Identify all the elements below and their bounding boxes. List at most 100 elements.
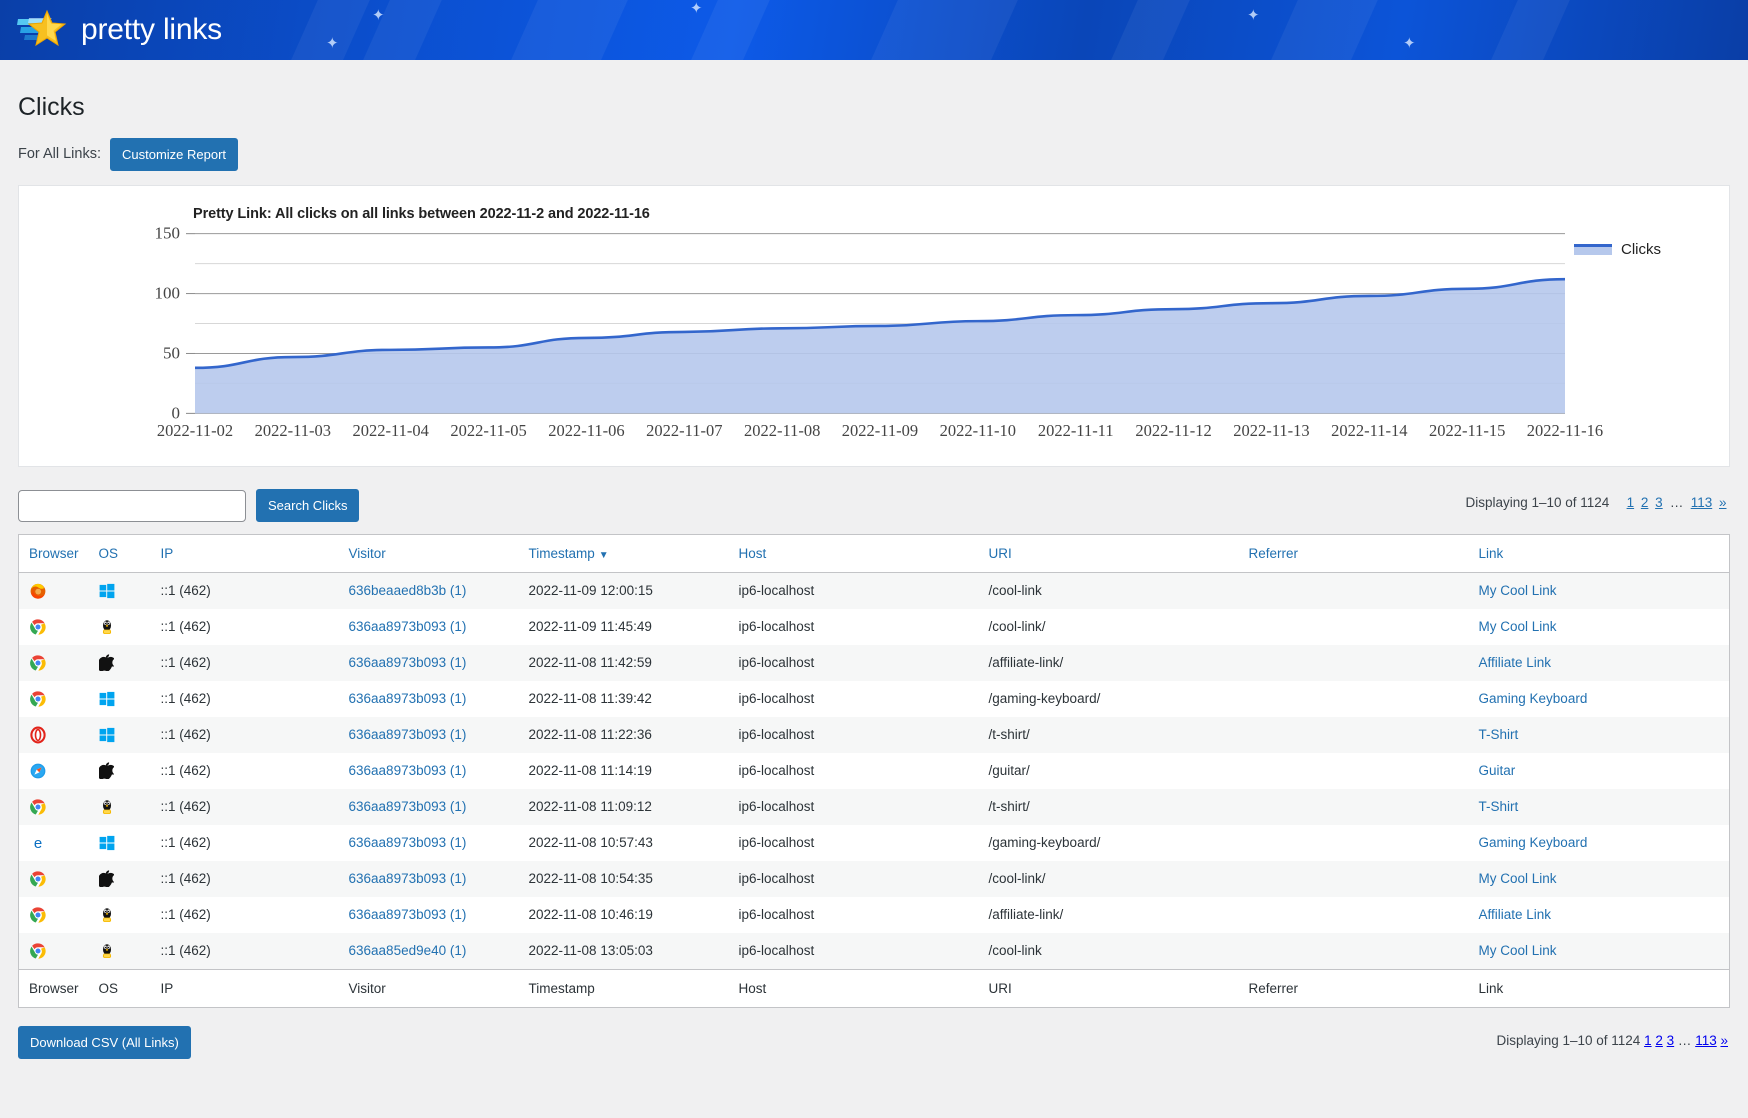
cell-ip: ::1 (462)	[151, 609, 339, 645]
cell-visitor[interactable]: 636aa8973b093 (1)	[339, 681, 519, 717]
page-link-3-bottom[interactable]: 3	[1667, 1033, 1675, 1048]
cell-ip: ::1 (462)	[151, 789, 339, 825]
brand-header: ✦ ✦ ✦ ✦ ✦ pretty links	[0, 0, 1748, 60]
cell-link[interactable]: My Cool Link	[1469, 609, 1729, 645]
cell-visitor[interactable]: 636aa85ed9e40 (1)	[339, 933, 519, 970]
visitor-link[interactable]: 636aa8973b093 (1)	[349, 763, 467, 778]
column-header-link[interactable]: Link	[1469, 535, 1729, 573]
svg-text:2022-11-03: 2022-11-03	[255, 421, 331, 440]
page-link-next[interactable]: »	[1719, 495, 1727, 510]
column-header-browser-label: Browser	[29, 546, 79, 561]
cell-link[interactable]: Guitar	[1469, 753, 1729, 789]
cell-visitor[interactable]: 636aa8973b093 (1)	[339, 897, 519, 933]
apple-icon	[99, 870, 114, 887]
displaying-count-bottom: Displaying 1–10 of 1124	[1496, 1033, 1640, 1048]
pretty-link-link[interactable]: Affiliate Link	[1479, 907, 1552, 922]
table-row: ::1 (462)636aa8973b093 (1)2022-11-09 11:…	[19, 609, 1729, 645]
cell-uri: /gaming-keyboard/	[979, 825, 1239, 861]
svg-text:2022-11-02: 2022-11-02	[157, 421, 233, 440]
visitor-link[interactable]: 636aa8973b093 (1)	[349, 691, 467, 706]
cell-visitor[interactable]: 636aa8973b093 (1)	[339, 645, 519, 681]
page-link-2[interactable]: 2	[1641, 495, 1649, 510]
visitor-link[interactable]: 636aa8973b093 (1)	[349, 799, 467, 814]
column-header-host[interactable]: Host	[729, 535, 979, 573]
cell-host: ip6-localhost	[729, 681, 979, 717]
table-head: Browser OS IP Visitor Timestamp▼ Host UR…	[19, 535, 1729, 573]
pretty-link-link[interactable]: My Cool Link	[1479, 871, 1557, 886]
column-header-browser[interactable]: Browser	[19, 535, 89, 573]
cell-timestamp: 2022-11-08 11:09:12	[519, 789, 729, 825]
page-link-2-bottom[interactable]: 2	[1655, 1033, 1663, 1048]
visitor-link[interactable]: 636aa85ed9e40 (1)	[349, 943, 467, 958]
cell-link[interactable]: T-Shirt	[1469, 789, 1729, 825]
visitor-link[interactable]: 636aa8973b093 (1)	[349, 871, 467, 886]
page-link-1-bottom[interactable]: 1	[1644, 1033, 1652, 1048]
visitor-link[interactable]: 636aa8973b093 (1)	[349, 835, 467, 850]
pretty-link-link[interactable]: Guitar	[1479, 763, 1516, 778]
cell-ip: ::1 (462)	[151, 897, 339, 933]
cell-visitor[interactable]: 636aa8973b093 (1)	[339, 717, 519, 753]
cell-os	[89, 753, 151, 789]
cell-visitor[interactable]: 636aa8973b093 (1)	[339, 789, 519, 825]
cell-link[interactable]: My Cool Link	[1469, 933, 1729, 970]
customize-report-button[interactable]: Customize Report	[110, 138, 238, 171]
column-header-uri-label: URI	[989, 546, 1012, 561]
column-header-timestamp[interactable]: Timestamp▼	[519, 535, 729, 573]
visitor-link[interactable]: 636beaaed8b3b (1)	[349, 583, 467, 598]
column-header-uri[interactable]: URI	[979, 535, 1239, 573]
column-header-visitor[interactable]: Visitor	[339, 535, 519, 573]
page-link-1[interactable]: 1	[1627, 495, 1635, 510]
column-header-referrer[interactable]: Referrer	[1239, 535, 1469, 573]
cell-visitor[interactable]: 636aa8973b093 (1)	[339, 825, 519, 861]
cell-link[interactable]: Affiliate Link	[1469, 897, 1729, 933]
pretty-link-link[interactable]: My Cool Link	[1479, 619, 1557, 634]
cell-link[interactable]: My Cool Link	[1469, 861, 1729, 897]
cell-timestamp: 2022-11-08 10:54:35	[519, 861, 729, 897]
column-header-os[interactable]: OS	[89, 535, 151, 573]
cell-link[interactable]: T-Shirt	[1469, 717, 1729, 753]
column-header-ip[interactable]: IP	[151, 535, 339, 573]
cell-uri: /cool-link/	[979, 609, 1239, 645]
sparkle-icon: ✦	[326, 36, 339, 51]
pretty-link-link[interactable]: T-Shirt	[1479, 727, 1519, 742]
cell-browser	[19, 789, 89, 825]
visitor-link[interactable]: 636aa8973b093 (1)	[349, 727, 467, 742]
pretty-link-link[interactable]: Affiliate Link	[1479, 655, 1552, 670]
cell-link[interactable]: Affiliate Link	[1469, 645, 1729, 681]
page-link-last[interactable]: 113	[1691, 495, 1713, 510]
download-csv-button[interactable]: Download CSV (All Links)	[18, 1026, 191, 1059]
search-clicks-button[interactable]: Search Clicks	[256, 489, 359, 522]
footer-header-browser: Browser	[19, 969, 89, 1007]
cell-link[interactable]: My Cool Link	[1469, 572, 1729, 609]
pretty-link-link[interactable]: Gaming Keyboard	[1479, 691, 1588, 706]
cell-link[interactable]: Gaming Keyboard	[1469, 825, 1729, 861]
cell-visitor[interactable]: 636beaaed8b3b (1)	[339, 572, 519, 609]
cell-uri: /affiliate-link/	[979, 897, 1239, 933]
page-link-next-bottom[interactable]: »	[1720, 1033, 1728, 1048]
cell-referrer	[1239, 897, 1469, 933]
pretty-link-link[interactable]: My Cool Link	[1479, 943, 1557, 958]
cell-visitor[interactable]: 636aa8973b093 (1)	[339, 753, 519, 789]
apple-icon	[99, 762, 114, 779]
for-all-links-label: For All Links:	[18, 146, 101, 162]
safari-icon	[29, 762, 47, 780]
sort-desc-caret-icon: ▼	[599, 550, 609, 561]
visitor-link[interactable]: 636aa8973b093 (1)	[349, 619, 467, 634]
page-link-3[interactable]: 3	[1655, 495, 1663, 510]
pretty-link-link[interactable]: T-Shirt	[1479, 799, 1519, 814]
cell-ip: ::1 (462)	[151, 753, 339, 789]
cell-visitor[interactable]: 636aa8973b093 (1)	[339, 861, 519, 897]
cell-referrer	[1239, 933, 1469, 970]
pretty-link-link[interactable]: My Cool Link	[1479, 583, 1557, 598]
cell-host: ip6-localhost	[729, 753, 979, 789]
cell-link[interactable]: Gaming Keyboard	[1469, 681, 1729, 717]
chrome-icon	[29, 870, 47, 888]
page-link-last-bottom[interactable]: 113	[1695, 1033, 1717, 1048]
brand-logo[interactable]: pretty links	[16, 0, 222, 60]
search-input[interactable]	[18, 490, 246, 522]
linux-icon	[99, 618, 115, 635]
visitor-link[interactable]: 636aa8973b093 (1)	[349, 907, 467, 922]
visitor-link[interactable]: 636aa8973b093 (1)	[349, 655, 467, 670]
pretty-link-link[interactable]: Gaming Keyboard	[1479, 835, 1588, 850]
cell-visitor[interactable]: 636aa8973b093 (1)	[339, 609, 519, 645]
